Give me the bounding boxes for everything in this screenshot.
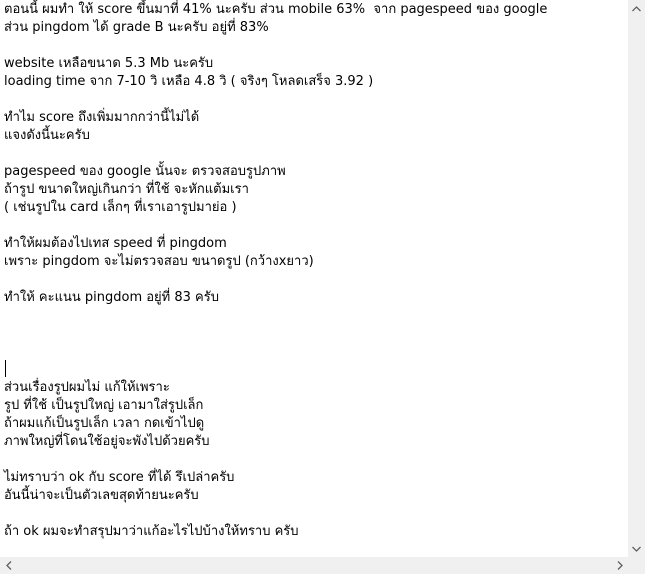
chevron-down-icon[interactable] bbox=[628, 540, 645, 557]
text-line: ถ้ารูป ขนาดใหญ่เกินกว่า ที่ใช้ จะหักแต้ม… bbox=[4, 182, 249, 197]
scrollbar-corner bbox=[628, 557, 645, 574]
text-line: pagespeed ของ google นั้นจะ ตรวจสอบรูปภา… bbox=[4, 164, 286, 179]
text-line: เพราะ pingdom จะไม่ตรวจสอบ ขนาดรูป (กว้า… bbox=[4, 254, 314, 269]
text-line: ถ้า ok ผมจะทำสรุปมาว่าแก้อะไรไปบ้างให้ทร… bbox=[4, 524, 299, 539]
vertical-scrollbar[interactable] bbox=[628, 0, 645, 557]
text-line: แจงดังนี้นะครับ bbox=[4, 128, 90, 143]
text-line: ส่วน pingdom ได้ grade B นะครับ อยู่ที่ … bbox=[4, 20, 269, 35]
text-line: ทำไม score ถึงเพิ่มมากกว่านี้ไม่ได้ bbox=[4, 110, 200, 125]
chevron-right-icon[interactable] bbox=[611, 557, 628, 574]
text-line: ( เช่นรูปใน card เล็กๆ ที่เราเอารูปมาย่อ… bbox=[4, 200, 237, 215]
text-editor[interactable]: ตอนนี้ ผมทำ ให้ score ขึ้นมาที่ 41% นะคร… bbox=[0, 0, 645, 574]
chevron-left-icon[interactable] bbox=[0, 557, 17, 574]
text-line: ส่วนเรื่องรูปผมไม่ แก้ให้เพราะ bbox=[4, 380, 170, 395]
text-line: website เหลือขนาด 5.3 Mb นะครับ bbox=[4, 56, 214, 71]
text-line: รูป ที่ใช้ เป็นรูปใหญ่ เอามาใส่รูปเล็ก bbox=[4, 398, 204, 413]
vertical-scroll-thumb[interactable] bbox=[630, 17, 643, 537]
text-area[interactable]: ตอนนี้ ผมทำ ให้ score ขึ้นมาที่ 41% นะคร… bbox=[0, 0, 628, 557]
chevron-up-icon[interactable] bbox=[628, 0, 645, 17]
text-line: ทำให้ คะแนน pingdom อยู่ที่ 83 ครับ bbox=[4, 290, 219, 305]
text-line: ตอนนี้ ผมทำ ให้ score ขึ้นมาที่ 41% นะคร… bbox=[4, 2, 548, 17]
text-line: ถ้าผมแก้เป็นรูปเล็ก เวลา กดเข้าไปดู bbox=[4, 416, 205, 431]
text-line: อันนี้น่าจะเป็นตัวเลขสุดท้ายนะครับ bbox=[4, 488, 199, 503]
text-line: ภาพใหญ่ที่โดนใช้อยู่จะพังไปด้วยครับ bbox=[4, 434, 210, 449]
horizontal-scrollbar[interactable] bbox=[0, 557, 628, 574]
text-line: loading time จาก 7-10 วิ เหลือ 4.8 วิ ( … bbox=[4, 74, 374, 89]
text-line: ทำให้ผมต้องไปเทส speed ที่ pingdom bbox=[4, 236, 227, 251]
text-caret bbox=[5, 360, 6, 377]
text-line: ไม่ทราบว่า ok กับ score ที่ได้ รึเปล่าคร… bbox=[4, 470, 235, 485]
